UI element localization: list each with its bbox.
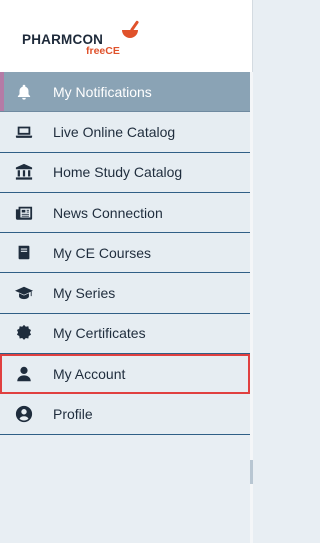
menu-label: My Notifications: [53, 83, 152, 100]
book-icon: [14, 243, 34, 263]
user-circle-icon: [14, 404, 34, 424]
active-indicator: [0, 72, 4, 112]
menu-item-home-study-catalog[interactable]: Home Study Catalog: [0, 152, 250, 193]
header-divider: [252, 0, 253, 72]
bank-icon: [14, 162, 34, 182]
newspaper-icon: [14, 203, 34, 223]
menu-label: Home Study Catalog: [53, 164, 183, 181]
mortar-pestle-icon: [122, 20, 139, 38]
menu-item-profile[interactable]: Profile: [0, 394, 250, 435]
brand-logo[interactable]: PHARMCON freeCE: [22, 19, 152, 59]
menu-label: Live Online Catalog: [53, 123, 176, 140]
sidebar-menu: My Notifications Live Online Catalog Hom…: [0, 72, 253, 435]
menu-item-news-connection[interactable]: News Connection: [0, 192, 250, 234]
menu-item-my-notifications[interactable]: My Notifications: [0, 72, 250, 113]
menu-item-my-certificates[interactable]: My Certificates: [0, 313, 250, 355]
menu-label: My Account: [53, 365, 126, 382]
menu-label: News Connection: [53, 204, 163, 221]
graduation-cap-icon: [14, 283, 34, 303]
menu-item-my-ce-courses[interactable]: My CE Courses: [0, 233, 250, 274]
user-icon: [14, 364, 34, 384]
certificate-icon: [14, 323, 34, 343]
menu-item-live-online-catalog[interactable]: Live Online Catalog: [0, 112, 250, 153]
menu-item-my-account[interactable]: My Account: [0, 354, 250, 395]
menu-label: Profile: [53, 406, 93, 423]
menu-item-my-series[interactable]: My Series: [0, 273, 250, 314]
menu-label: My CE Courses: [53, 244, 152, 261]
menu-label: My Certificates: [53, 325, 146, 342]
app-sidebar: PHARMCON freeCE My Notifications Live On…: [0, 0, 253, 543]
brand-sub: freeCE: [86, 45, 120, 57]
bell-icon: [14, 82, 34, 102]
laptop-icon: [14, 122, 34, 142]
menu-label: My Series: [53, 285, 116, 302]
scrollbar-thumb[interactable]: [250, 460, 253, 484]
header: PHARMCON freeCE: [0, 0, 253, 72]
